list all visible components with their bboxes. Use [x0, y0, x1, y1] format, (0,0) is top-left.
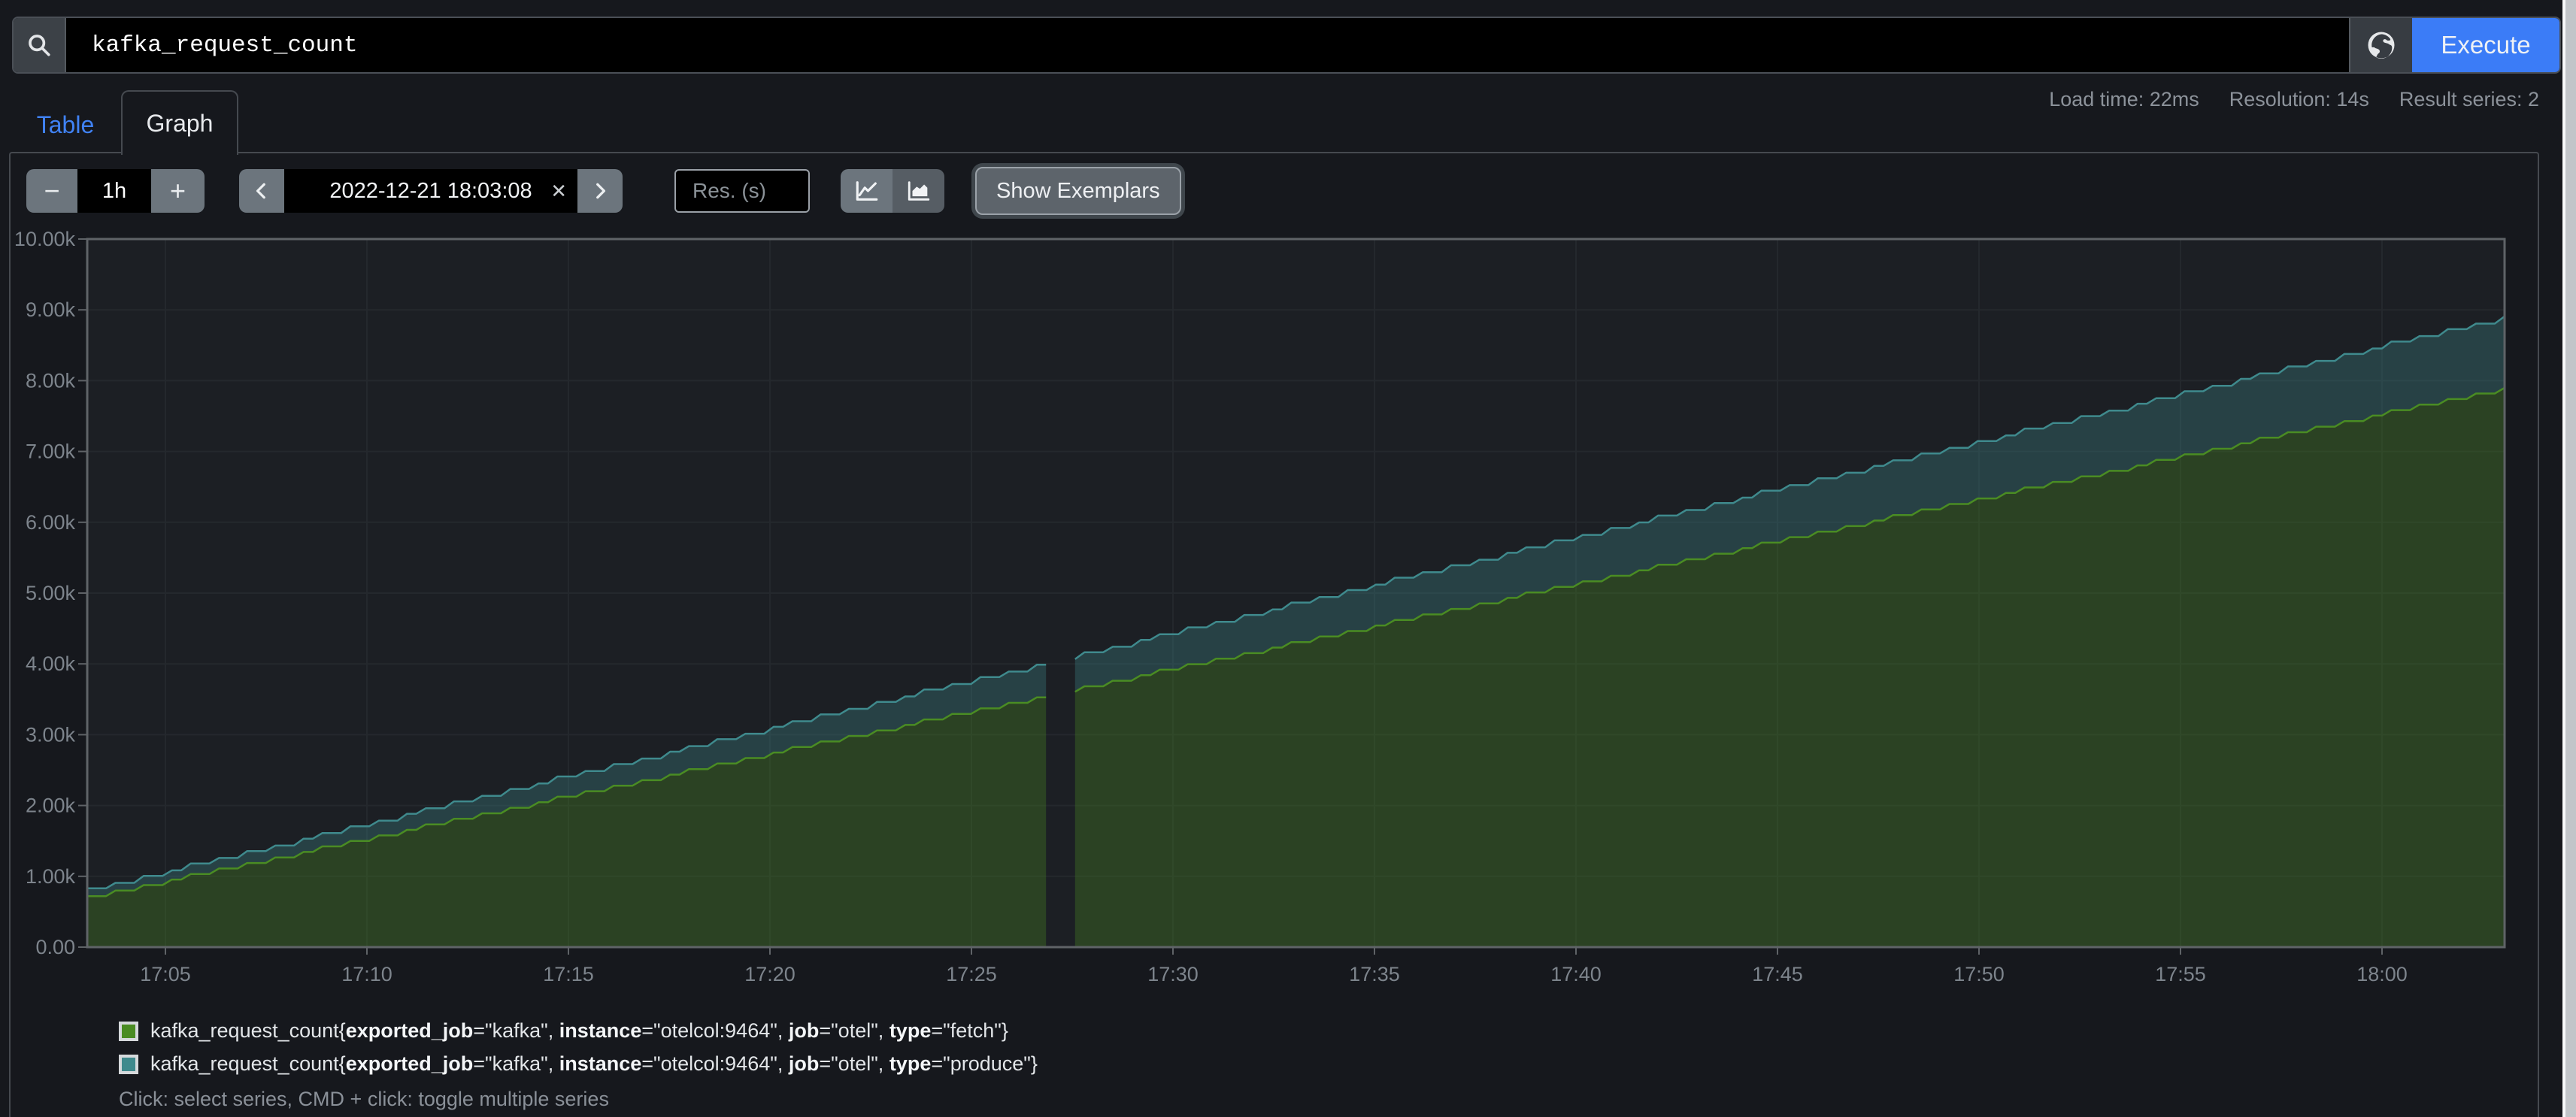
scrollbar-thumb[interactable] — [2565, 0, 2576, 1117]
x-axis-label: 17:45 — [1752, 963, 1803, 985]
x-axis-label: 17:40 — [1550, 963, 1602, 985]
x-axis-label: 17:10 — [341, 963, 392, 985]
x-axis-label: 17:35 — [1349, 963, 1400, 985]
x-axis-label: 17:50 — [1953, 963, 2005, 985]
y-axis-label: 1.00k — [26, 865, 76, 888]
legend-series[interactable]: kafka_request_count{exported_job="kafka"… — [119, 1019, 1038, 1043]
scrollbar[interactable] — [2562, 0, 2576, 1117]
x-axis-label: 17:55 — [2155, 963, 2206, 985]
legend-metric: kafka_request_count{exported_job="kafka"… — [150, 1052, 1038, 1076]
y-axis-label: 10.00k — [14, 228, 76, 250]
legend-swatch — [119, 1055, 138, 1074]
x-axis-label: 17:25 — [946, 963, 997, 985]
x-axis-label: 17:30 — [1147, 963, 1199, 985]
y-axis-label: 9.00k — [26, 298, 76, 321]
graph-plot-area[interactable] — [87, 239, 2505, 947]
y-axis-label: 0.00 — [35, 936, 75, 958]
stacked-area-chart: 0.00 1.00k 2.00k 3.00k 4.00k 5.00k 6.00k 7.00k 8… — [0, 0, 2576, 1117]
legend-series[interactable]: kafka_request_count{exported_job="kafka"… — [119, 1052, 1038, 1076]
chart-legend: kafka_request_count{exported_job="kafka"… — [119, 1019, 1038, 1111]
y-axis-label: 5.00k — [26, 582, 76, 604]
legend-hint: Click: select series, CMD + click: toggl… — [119, 1088, 1038, 1111]
y-axis-label: 7.00k — [26, 440, 76, 463]
x-axis-label: 17:15 — [543, 963, 594, 985]
y-axis-label: 3.00k — [26, 723, 76, 746]
tab-graph[interactable]: Graph — [121, 90, 238, 155]
x-axis-label: 17:05 — [140, 963, 191, 985]
y-axis-label: 6.00k — [26, 511, 76, 534]
legend-metric: kafka_request_count{exported_job="kafka"… — [150, 1019, 1008, 1043]
y-axis-label: 8.00k — [26, 369, 76, 392]
y-axis-label: 2.00k — [26, 795, 76, 817]
x-axis-label: 17:20 — [744, 963, 796, 985]
y-axis-label: 4.00k — [26, 652, 76, 675]
legend-swatch — [119, 1022, 138, 1041]
x-axis-label: 18:00 — [2356, 963, 2408, 985]
